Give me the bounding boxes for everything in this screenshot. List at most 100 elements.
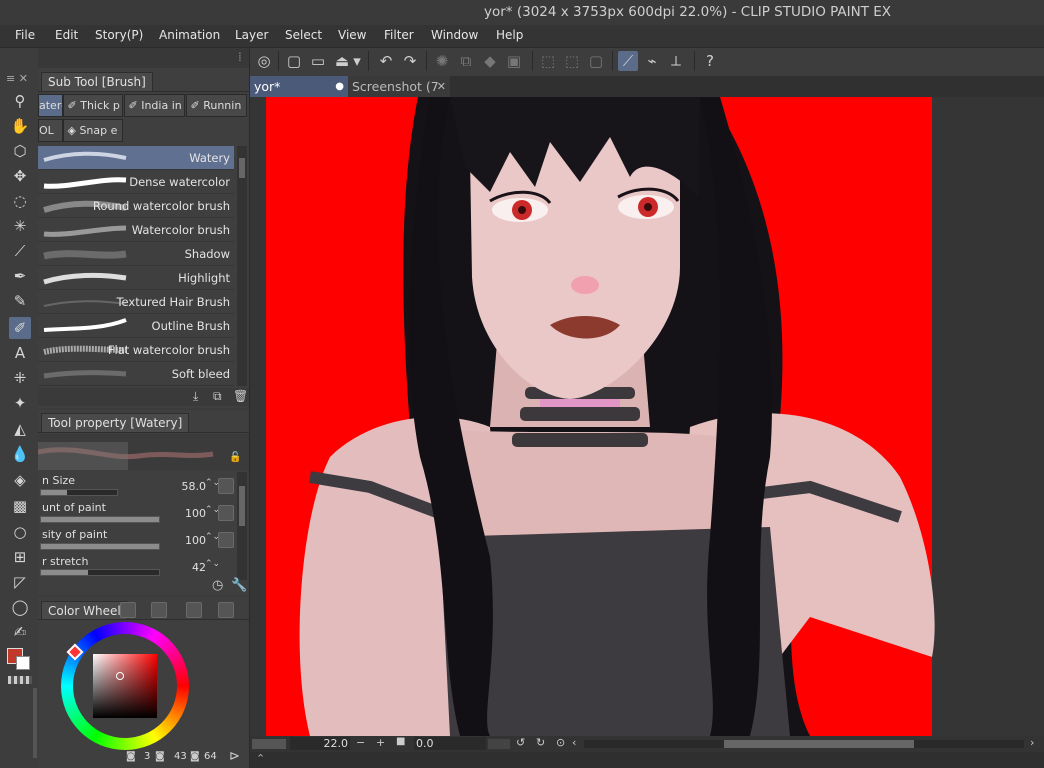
- hand-icon[interactable]: ✋: [9, 115, 31, 137]
- reset-rotation-icon[interactable]: ⊙: [556, 736, 565, 749]
- show-selection-icon[interactable]: ▢: [586, 51, 606, 71]
- color-picker-marker[interactable]: [116, 672, 124, 680]
- balloon-icon[interactable]: ◯: [9, 596, 31, 618]
- snap-ruler-icon[interactable]: ⟋: [618, 51, 638, 71]
- new-file-icon[interactable]: ▢: [284, 51, 304, 71]
- brush-item-flat-watercolor[interactable]: Flat watercolor brush: [38, 338, 234, 362]
- tool-palette-menu-icon[interactable]: ≡ ✕: [6, 72, 28, 85]
- density-of-paint-value[interactable]: 100: [176, 534, 206, 547]
- brush-item-dense-watercolor[interactable]: Dense watercolor: [38, 170, 234, 194]
- wrench-icon[interactable]: 🔧: [231, 578, 247, 593]
- brush-list-scrollbar[interactable]: [237, 146, 247, 386]
- redo-icon[interactable]: ↷: [400, 51, 420, 71]
- zoom-in-icon[interactable]: +: [376, 736, 385, 749]
- close-tab-icon[interactable]: ✕: [437, 76, 446, 97]
- menu-window[interactable]: Window: [431, 28, 478, 42]
- tool-strip-scroll[interactable]: [33, 688, 37, 758]
- transform-icon[interactable]: ▣: [504, 51, 524, 71]
- 3d-operation-icon[interactable]: ⬡: [9, 140, 31, 162]
- pressure-settings-icon[interactable]: [218, 505, 234, 521]
- color-wheel-tab[interactable]: Color Wheel: [41, 601, 128, 620]
- subtool-group-ol[interactable]: OL: [38, 119, 63, 142]
- rotation-slider[interactable]: [488, 739, 510, 749]
- scroll-right-icon[interactable]: ›: [1030, 736, 1034, 749]
- menu-story[interactable]: Story(P): [95, 28, 143, 42]
- delete-subtool-icon[interactable]: 🗑: [233, 389, 248, 403]
- move-icon[interactable]: ✥: [9, 165, 31, 187]
- menu-animation[interactable]: Animation: [159, 28, 220, 42]
- subtool-group-snap[interactable]: ◈ Snap e: [63, 119, 123, 142]
- color-mode-icon[interactable]: ◙: [126, 751, 136, 762]
- deselect-icon[interactable]: ⬚: [538, 51, 558, 71]
- tool-property-tab[interactable]: Tool property [Watery]: [41, 413, 190, 432]
- intermediate-color-tab-icon[interactable]: [151, 602, 167, 618]
- brush-settings-icon[interactable]: ⤓: [193, 389, 198, 404]
- gradient-icon[interactable]: ▩: [9, 495, 31, 517]
- menu-layer[interactable]: Layer: [235, 28, 268, 42]
- spin-icon[interactable]: ⌃⌄: [205, 559, 220, 569]
- artwork-canvas[interactable]: [250, 97, 1044, 736]
- canvas-area[interactable]: [250, 97, 1044, 736]
- amount-of-paint-slider[interactable]: [40, 516, 160, 523]
- help-icon[interactable]: ?: [700, 51, 720, 71]
- color-history-tab-icon[interactable]: [218, 602, 234, 618]
- text-icon[interactable]: A: [9, 342, 31, 364]
- zoom-out-icon[interactable]: −: [356, 736, 365, 749]
- density-of-paint-slider[interactable]: [40, 543, 160, 550]
- menu-help[interactable]: Help: [496, 28, 523, 42]
- brush-item-textured-hair[interactable]: Textured Hair Brush: [38, 290, 234, 314]
- blend-icon[interactable]: 💧: [9, 443, 31, 465]
- approximate-color-tab-icon[interactable]: [186, 602, 202, 618]
- brush-item-watery[interactable]: Watery: [38, 146, 234, 170]
- undo-icon[interactable]: ↶: [376, 51, 396, 71]
- property-scrollbar[interactable]: [237, 472, 247, 580]
- menu-view[interactable]: View: [338, 28, 366, 42]
- brush-item-round-watercolor[interactable]: Round watercolor brush: [38, 194, 234, 218]
- color-set-tab-icon[interactable]: [120, 602, 136, 618]
- color-next-icon[interactable]: ⊳: [229, 749, 240, 764]
- menu-filter[interactable]: Filter: [384, 28, 414, 42]
- menu-edit[interactable]: Edit: [55, 28, 78, 42]
- zoom-icon[interactable]: ⚲: [9, 90, 31, 112]
- eyedropper-icon[interactable]: ⟋: [9, 240, 31, 262]
- fit-icon[interactable]: ■: [396, 736, 405, 747]
- airbrush-icon[interactable]: ⁜: [9, 367, 31, 389]
- doc-tab-screenshot[interactable]: Screenshot (7 ✕: [348, 76, 450, 97]
- brush-item-watercolor[interactable]: Watercolor brush: [38, 218, 234, 242]
- status-left-scroll[interactable]: [252, 739, 286, 749]
- brush-icon[interactable]: ✐: [9, 317, 31, 339]
- ruler-icon[interactable]: ◸: [9, 571, 31, 593]
- saturation-value-square[interactable]: [93, 654, 157, 718]
- pressure-settings-icon[interactable]: [218, 532, 234, 548]
- magic-wand-icon[interactable]: ✳: [9, 215, 31, 237]
- flip-icon[interactable]: ‹: [572, 736, 576, 749]
- brush-item-soft-bleed[interactable]: Soft bleed: [38, 362, 234, 386]
- menu-file[interactable]: File: [15, 28, 35, 42]
- snap-grid-icon[interactable]: ⟂: [666, 51, 686, 71]
- subtool-group-running[interactable]: ✐ Runnin: [186, 94, 247, 117]
- fill-icon[interactable]: ◆: [480, 51, 500, 71]
- horizontal-scrollbar[interactable]: [584, 740, 1024, 748]
- open-folder-icon[interactable]: ▭: [308, 51, 328, 71]
- brush-item-highlight[interactable]: Highlight: [38, 266, 234, 290]
- save-dropdown-icon[interactable]: ▾: [352, 51, 362, 71]
- rotate-left-icon[interactable]: ↺: [516, 736, 525, 749]
- subtool-panel-tab[interactable]: Sub Tool [Brush]: [41, 72, 153, 91]
- invert-selection-icon[interactable]: ⬚: [562, 51, 582, 71]
- rotate-right-icon[interactable]: ↻: [536, 736, 545, 749]
- transparent-color-icon[interactable]: [8, 676, 32, 684]
- brush-size-slider[interactable]: [40, 489, 118, 496]
- subtool-group-india-ink[interactable]: ✐ India in: [124, 94, 185, 117]
- pen-icon[interactable]: ✒: [9, 265, 31, 287]
- menu-select[interactable]: Select: [285, 28, 322, 42]
- subtool-group-watercolor[interactable]: aterc: [38, 94, 63, 117]
- amount-of-paint-value[interactable]: 100: [176, 507, 206, 520]
- sub-color-swatch[interactable]: [16, 656, 30, 670]
- pressure-settings-icon[interactable]: [218, 478, 234, 494]
- expand-icon[interactable]: ⌃: [256, 752, 265, 765]
- brush-size-value[interactable]: 58.0: [176, 480, 207, 493]
- subtool-group-thick-paint[interactable]: ✐ Thick p: [63, 94, 123, 117]
- lock-icon[interactable]: 🔓: [229, 452, 241, 463]
- figure-icon[interactable]: ○: [9, 521, 31, 543]
- fill-bucket-icon[interactable]: ◈: [9, 469, 31, 491]
